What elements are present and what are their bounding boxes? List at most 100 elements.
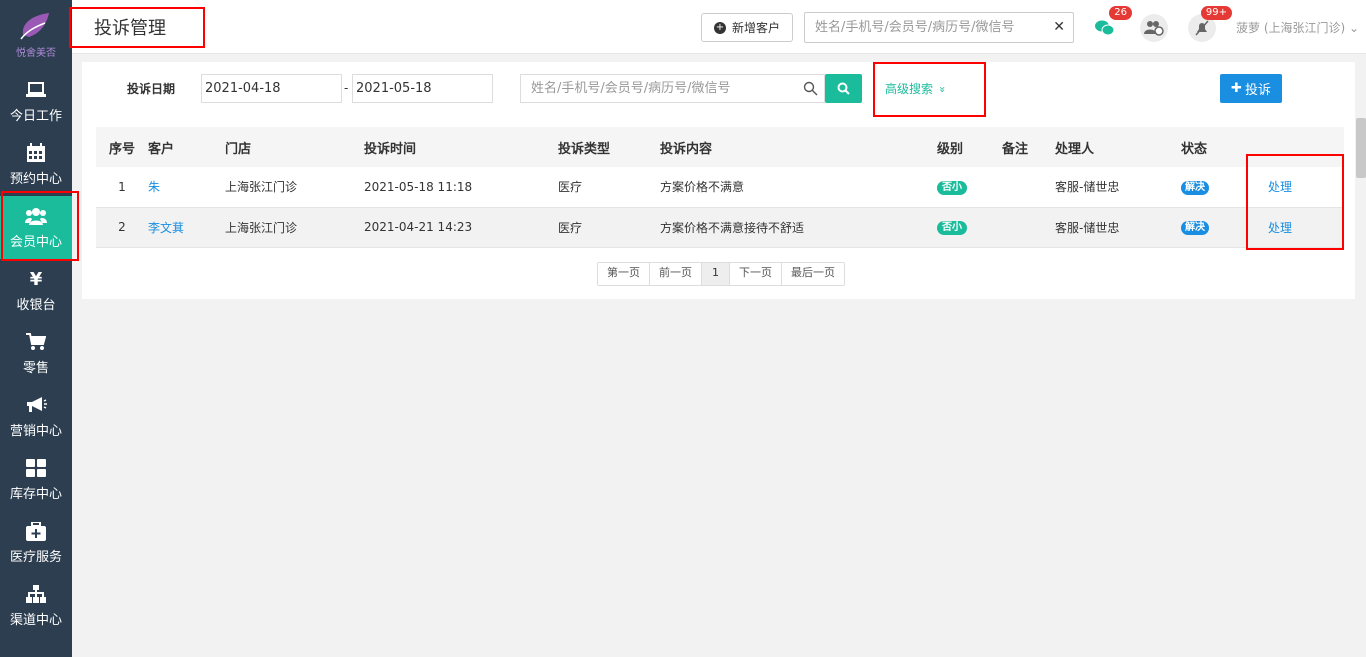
time-cell: 2021-05-18 11:18 bbox=[364, 179, 473, 194]
sidebar-item-label: 今日工作 bbox=[9, 109, 62, 124]
type-cell: 医疗 bbox=[558, 207, 660, 247]
laptop-icon bbox=[25, 79, 47, 101]
advanced-search-toggle[interactable]: 高级搜索 » bbox=[885, 80, 949, 97]
logo-icon bbox=[20, 13, 49, 40]
global-search-input[interactable] bbox=[805, 13, 1035, 42]
add-customer-label: 新增客户 bbox=[731, 21, 780, 35]
sidebar-item-inventory[interactable]: 库存中心 bbox=[0, 448, 72, 511]
double-chevron-down-icon: » bbox=[935, 86, 949, 93]
date-filter-label: 投诉日期 bbox=[127, 82, 176, 96]
advanced-search-label: 高级搜索 bbox=[885, 82, 934, 96]
sidebar-item-label: 零售 bbox=[22, 361, 49, 376]
table-row: 2 李文萁 上海张江门诊 2021-04-21 14:23 医疗 方案价格不满意… bbox=[96, 207, 1344, 247]
complaint-search-input[interactable] bbox=[521, 75, 791, 102]
cart-icon bbox=[25, 331, 47, 353]
column-header: 客户 bbox=[148, 127, 225, 167]
notifications-button[interactable]: 99+ bbox=[1188, 6, 1232, 42]
bell-muted-icon bbox=[1195, 20, 1209, 36]
column-header: 状态 bbox=[1181, 127, 1248, 167]
sidebar-item-label: 营销中心 bbox=[9, 424, 62, 439]
row-number: 1 bbox=[118, 179, 126, 194]
users-icon bbox=[25, 205, 47, 227]
table-row: 1 朱 上海张江门诊 2021-05-18 11:18 医疗 方案价格不满意 否… bbox=[96, 167, 1344, 207]
current-page[interactable]: 1 bbox=[702, 263, 730, 285]
logo-text: 悦舍美否 bbox=[16, 48, 56, 59]
level-badge: 否小 bbox=[937, 180, 967, 195]
remark-cell bbox=[1002, 207, 1055, 247]
sidebar-item-marketing[interactable]: 营销中心 bbox=[0, 385, 72, 448]
content-cell: 方案价格不满意接待不舒适 bbox=[660, 207, 937, 247]
sidebar-item-label: 库存中心 bbox=[9, 487, 62, 502]
next-page-button[interactable]: 下一页 bbox=[730, 263, 782, 285]
global-search: ✕ bbox=[804, 12, 1074, 43]
sidebar-item-channel[interactable]: 渠道中心 bbox=[0, 574, 72, 637]
add-customer-button[interactable]: + 新增客户 bbox=[701, 13, 793, 42]
top-header: 投诉管理 + 新增客户 ✕ 26 99+ 菠萝 (上海张江门诊) ⌄ bbox=[72, 0, 1366, 54]
sidebar-item-label: 预约中心 bbox=[9, 172, 62, 187]
level-badge: 否小 bbox=[937, 221, 967, 235]
search-icon bbox=[803, 81, 818, 96]
date-from-input[interactable] bbox=[201, 74, 342, 103]
table-header-row: 序号 客户 门店 投诉时间 投诉类型 投诉内容 级别 备注 处理人 状态 bbox=[96, 127, 1344, 167]
wechat-badge: 26 bbox=[1109, 6, 1132, 20]
scrollbar-thumb[interactable] bbox=[1356, 118, 1366, 178]
calendar-icon bbox=[25, 142, 47, 164]
handler-cell: 客服-储世忠 bbox=[1055, 180, 1120, 195]
sidebar-item-label: 收银台 bbox=[16, 298, 56, 313]
search-button[interactable] bbox=[825, 74, 862, 103]
megaphone-icon bbox=[25, 394, 47, 416]
user-menu[interactable]: 菠萝 (上海张江门诊) ⌄ bbox=[1236, 19, 1359, 36]
sidebar-item-today-work[interactable]: 今日工作 bbox=[0, 70, 72, 133]
chevron-down-icon: ⌄ bbox=[1349, 21, 1360, 35]
prev-page-button[interactable]: 前一页 bbox=[650, 263, 702, 285]
column-header: 备注 bbox=[1002, 127, 1055, 167]
sidebar-item-retail[interactable]: 零售 bbox=[0, 322, 72, 385]
store-cell: 上海张江门诊 bbox=[225, 207, 364, 247]
sidebar-item-cashier[interactable]: ¥ 收银台 bbox=[0, 259, 72, 322]
complaint-search bbox=[520, 74, 825, 103]
users-clock-icon bbox=[1144, 21, 1164, 36]
date-separator: - bbox=[344, 81, 349, 95]
add-complaint-button[interactable]: ✚ 投诉 bbox=[1220, 74, 1282, 103]
sidebar-item-member-center[interactable]: 会员中心 bbox=[0, 196, 72, 259]
column-header: 投诉时间 bbox=[364, 127, 558, 167]
plus-circle-icon: + bbox=[713, 21, 726, 34]
yen-icon: ¥ bbox=[29, 268, 43, 290]
sidebar-item-appointment[interactable]: 预约中心 bbox=[0, 133, 72, 196]
sitemap-icon bbox=[25, 583, 47, 605]
pagination: 第一页 前一页 1 下一页 最后一页 bbox=[597, 262, 845, 286]
grid-icon bbox=[25, 457, 47, 479]
date-to-input[interactable] bbox=[352, 74, 493, 103]
column-header: 处理人 bbox=[1055, 127, 1181, 167]
last-page-button[interactable]: 最后一页 bbox=[782, 263, 844, 285]
sidebar-item-label: 渠道中心 bbox=[9, 613, 62, 628]
column-header: 门店 bbox=[225, 127, 364, 167]
customer-link[interactable]: 李文萁 bbox=[148, 221, 184, 235]
user-name: 菠萝 (上海张江门诊) bbox=[1236, 21, 1346, 35]
sidebar-item-label: 医疗服务 bbox=[9, 550, 62, 565]
status-badge: 解决 bbox=[1181, 180, 1209, 195]
row-number: 2 bbox=[96, 207, 148, 247]
column-header: 投诉内容 bbox=[660, 127, 937, 167]
complaint-panel: 投诉日期 - 高级搜索 » ✚ 投诉 序号 客户 门店 投诉时间 投诉类型 投诉… bbox=[82, 62, 1355, 299]
column-header: 序号 bbox=[96, 127, 148, 167]
sidebar-item-label: 会员中心 bbox=[9, 235, 62, 250]
add-complaint-label: 投诉 bbox=[1244, 83, 1271, 98]
process-link[interactable]: 处理 bbox=[1268, 221, 1292, 235]
customer-link[interactable]: 朱 bbox=[148, 180, 160, 194]
sidebar: 悦舍美否 今日工作 预约中心 会员中心 ¥ 收银台 零售 营销中心 库存中心 医… bbox=[0, 0, 72, 657]
sidebar-item-medical[interactable]: 医疗服务 bbox=[0, 511, 72, 574]
remark-cell bbox=[1002, 167, 1055, 207]
clear-icon[interactable]: ✕ bbox=[1053, 19, 1065, 35]
wechat-button[interactable]: 26 bbox=[1090, 6, 1132, 42]
process-link[interactable]: 处理 bbox=[1268, 180, 1292, 194]
medkit-icon bbox=[25, 520, 47, 542]
content-cell: 方案价格不满意 bbox=[660, 180, 745, 195]
store-cell: 上海张江门诊 bbox=[225, 180, 298, 195]
staff-button[interactable] bbox=[1140, 14, 1168, 42]
status-badge: 解决 bbox=[1181, 221, 1209, 235]
first-page-button[interactable]: 第一页 bbox=[598, 263, 650, 285]
column-header bbox=[1248, 127, 1344, 167]
column-header: 投诉类型 bbox=[558, 127, 660, 167]
wechat-icon bbox=[1095, 20, 1115, 36]
